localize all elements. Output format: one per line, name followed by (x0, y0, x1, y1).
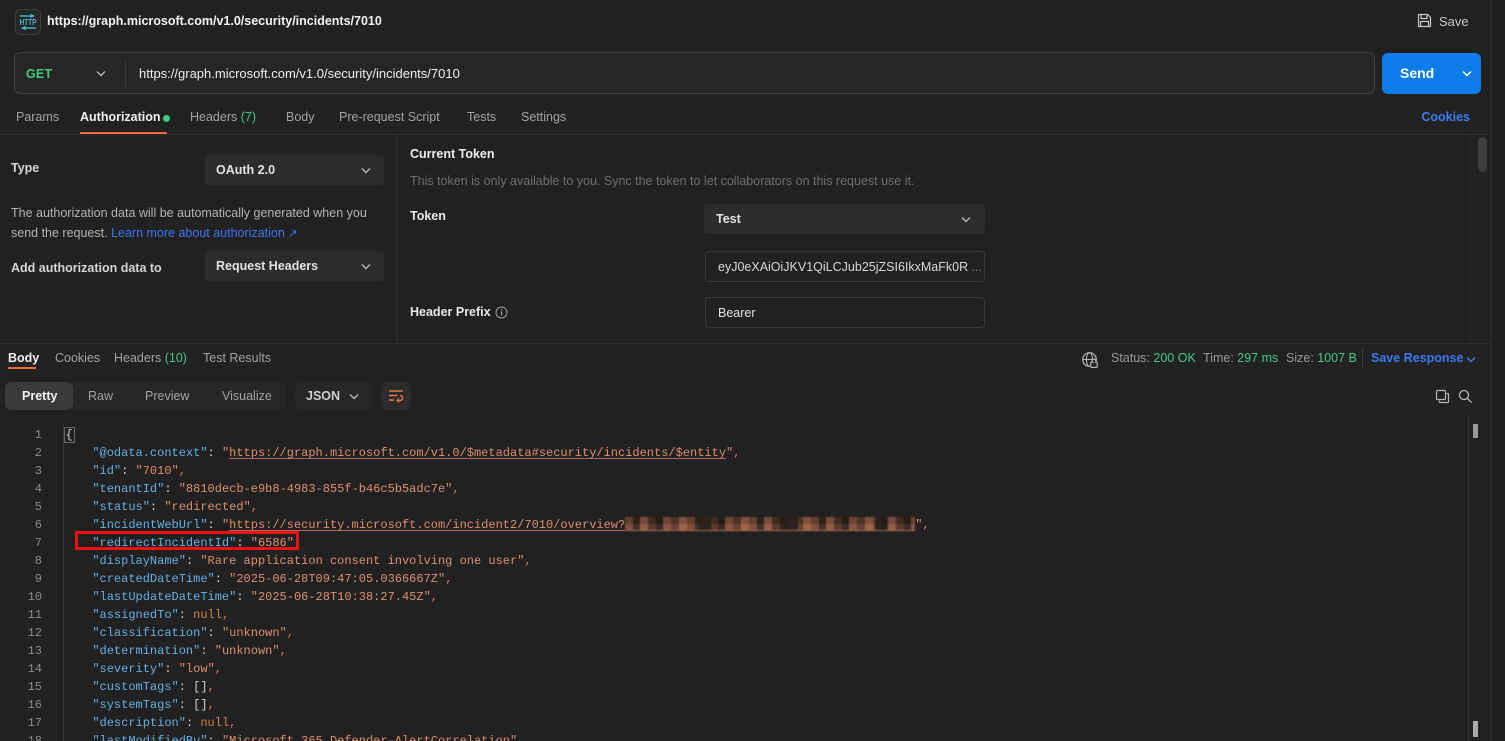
svg-text:HTTP: HTTP (20, 18, 38, 27)
